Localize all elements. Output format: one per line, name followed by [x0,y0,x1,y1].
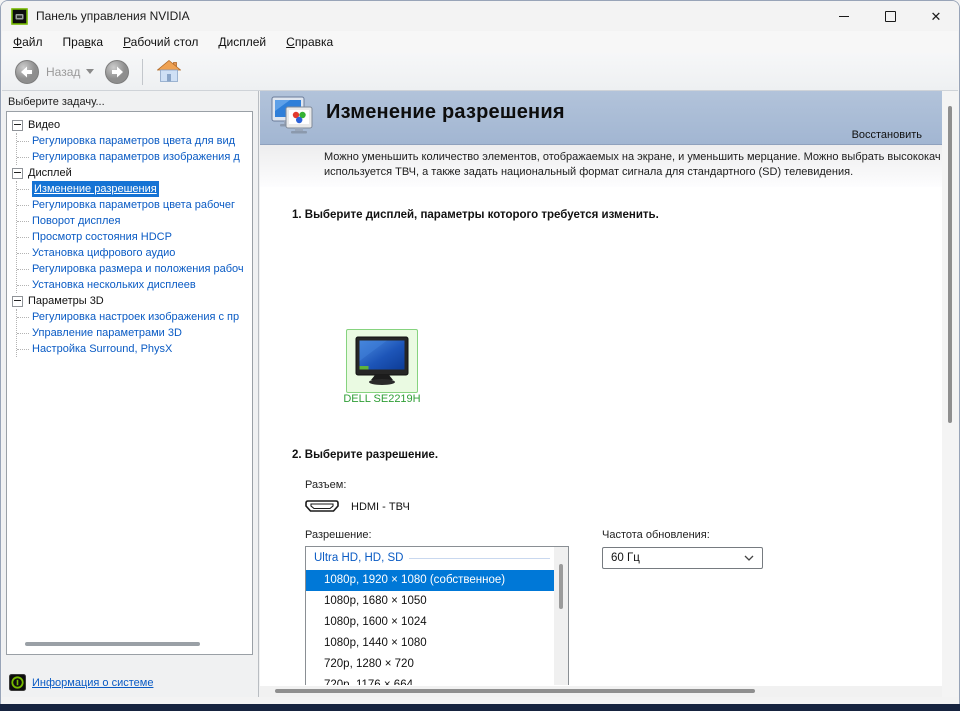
window-title: Панель управления NVIDIA [36,9,190,23]
page-description: Можно уменьшить количество элементов, от… [260,145,942,187]
connector-label: Разъем: [305,479,347,491]
menu-bar: Файл Правка Рабочий стол Дисплей Справка [2,31,958,53]
system-info-link[interactable]: Информация о системе [32,677,153,689]
minimize-button[interactable] [821,1,867,31]
main-horizontal-scrollbar[interactable] [260,686,942,697]
home-button[interactable] [155,59,183,85]
navigation-toolbar: Назад [2,53,958,91]
monitor-icon [355,336,409,385]
display-settings-icon [271,96,313,134]
window-chrome: Панель управления NVIDIA ✕ Файл Правка Р… [0,0,960,704]
menu-display[interactable]: Дисплей [215,33,269,51]
tree-item-digital-audio[interactable]: Установка цифрового аудио [17,245,252,261]
task-tree: Видео Регулировка параметров цвета для в… [6,111,253,655]
main-pane: Изменение разрешения Восстановить Можно … [260,91,958,697]
page-content: 1. Выберите дисплей, параметры которого … [260,187,942,685]
hdmi-connector-icon [305,500,339,512]
forward-button[interactable] [104,59,130,85]
resolution-listbox: Ultra HD, HD, SD 1080p, 1920 × 1080 (соб… [305,546,569,685]
task-sidebar: Выберите задачу... Видео Регулировка пар… [2,91,259,697]
collapse-icon[interactable] [12,119,23,131]
back-history-dropdown-icon[interactable] [86,69,95,74]
scrollbar-thumb[interactable] [559,564,563,609]
refresh-rate-dropdown[interactable]: 60 Гц [602,547,763,569]
resolution-option-native[interactable]: 1080p, 1920 × 1080 (собственное) [306,570,554,591]
refresh-rate-label: Частота обновления: [602,529,710,541]
sidebar-header: Выберите задачу... [8,96,105,108]
connector-row: HDMI - ТВЧ [305,499,410,514]
toolbar-separator [142,58,144,85]
collapse-icon[interactable] [12,167,23,179]
display-tile-selected[interactable] [346,329,418,393]
description-line-1: Можно уменьшить количество элементов, от… [324,151,941,163]
tree-item-multiple-displays[interactable]: Установка нескольких дисплеев [17,277,252,293]
scrollbar-thumb[interactable] [948,106,952,423]
menu-desktop[interactable]: Рабочий стол [120,33,201,51]
tree-group-3d: Регулировка настроек изображения с пр Уп… [16,309,252,357]
nvidia-control-panel-window: Панель управления NVIDIA ✕ Файл Правка Р… [0,0,960,711]
scrollbar-thumb[interactable] [275,689,755,693]
menu-help[interactable]: Справка [283,33,336,51]
main-vertical-scrollbar[interactable] [942,91,958,697]
tree-item-image-preview[interactable]: Регулировка настроек изображения с пр [17,309,252,325]
tree-item-hdcp-status[interactable]: Просмотр состояния HDCP [17,229,252,245]
back-label: Назад [46,64,81,79]
tree-item-desktop-color[interactable]: Регулировка параметров цвета рабочег [17,197,252,213]
resolution-option[interactable]: 1080p, 1600 × 1024 [306,612,554,633]
step1-heading: 1. Выберите дисплей, параметры которого … [292,209,659,221]
window-body: Выберите задачу... Видео Регулировка пар… [2,91,958,697]
menu-edit[interactable]: Правка [60,33,107,51]
step2-heading: 2. Выберите разрешение. [292,449,439,461]
connector-value: HDMI - ТВЧ [351,500,410,513]
collapse-icon[interactable] [12,295,23,307]
page-header-band: Изменение разрешения Восстановить [260,91,942,145]
refresh-rate-value: 60 Гц [611,552,640,564]
tree-item-manage-3d[interactable]: Управление параметрами 3D [17,325,252,341]
tree-horizontal-scrollbar[interactable] [25,642,200,646]
page-title: Изменение разрешения [326,101,565,123]
chevron-down-icon [744,555,754,561]
tree-node-video[interactable]: Видео [7,117,252,133]
close-button[interactable]: ✕ [913,1,959,31]
maximize-icon [884,10,896,22]
tree-item-size-position[interactable]: Регулировка размера и положения рабоч [17,261,252,277]
tree-node-3d-settings[interactable]: Параметры 3D [7,293,252,309]
restore-button[interactable]: Восстановить [852,129,922,141]
maximize-button[interactable] [867,1,913,31]
display-name-label: DELL SE2219H [343,393,421,405]
minimize-icon [839,15,849,17]
tree-item-change-resolution[interactable]: Изменение разрешения [17,181,252,197]
resolution-option[interactable]: 1080p, 1440 × 1080 [306,633,554,654]
system-info-row: Информация о системе [9,674,153,691]
close-icon: ✕ [930,8,942,24]
description-line-2: используется ТВЧ, а также задать национа… [324,166,854,178]
resolution-label: Разрешение: [305,529,372,541]
home-icon [157,60,182,82]
tree-item-video-color[interactable]: Регулировка параметров цвета для вид [17,133,252,149]
back-button[interactable] [14,59,40,85]
resolution-option[interactable]: 720p, 1280 × 720 [306,654,554,675]
tree-group-display: Изменение разрешения Регулировка парамет… [16,181,252,293]
resolution-list-scrollbar[interactable] [554,547,568,685]
system-info-icon [9,674,26,691]
window-controls: ✕ [821,1,959,31]
tree-node-display[interactable]: Дисплей [7,165,252,181]
tree-item-surround-physx[interactable]: Настройка Surround, PhysX [17,341,252,357]
resolution-option[interactable]: 1080p, 1680 × 1050 [306,591,554,612]
resolution-option[interactable]: 720p, 1176 × 664 [306,675,554,685]
nvidia-app-icon [11,7,28,25]
menu-file[interactable]: Файл [10,33,46,51]
tree-item-video-image[interactable]: Регулировка параметров изображения д [17,149,252,165]
desktop-edge [0,704,960,711]
tree-item-rotate-display[interactable]: Поворот дисплея [17,213,252,229]
title-bar: Панель управления NVIDIA ✕ [1,1,959,31]
tree-group-video: Регулировка параметров цвета для вид Рег… [16,133,252,165]
resolution-group-header: Ultra HD, HD, SD [306,547,554,570]
